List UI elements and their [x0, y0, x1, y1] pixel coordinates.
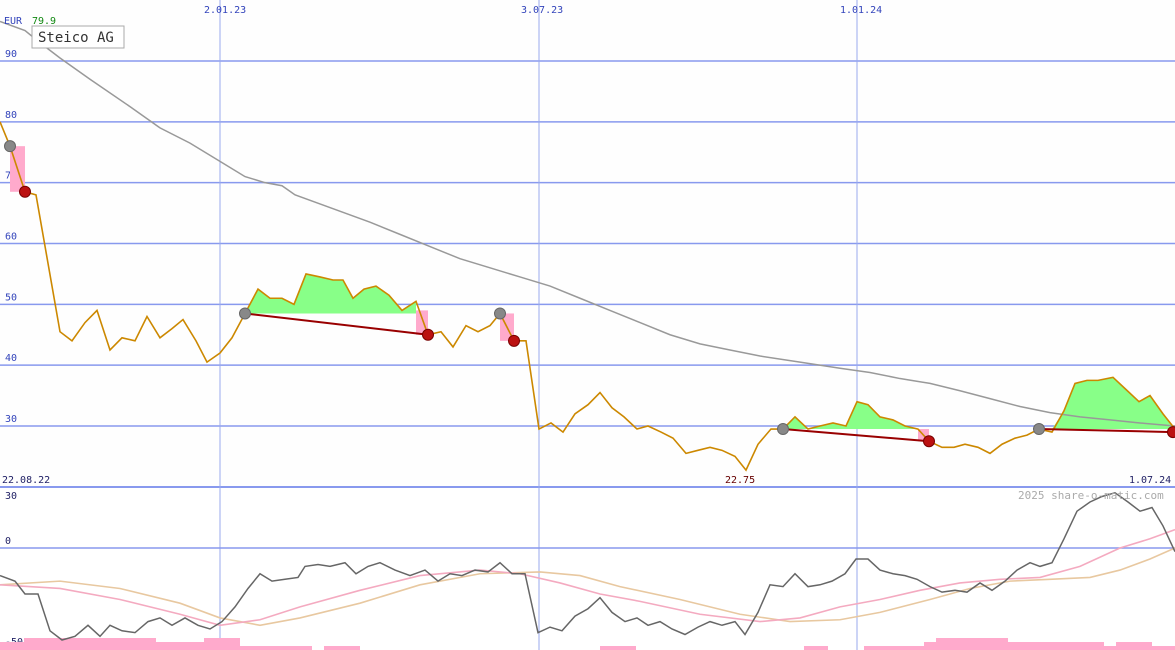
osc-histogram-bar-79: [1044, 642, 1056, 650]
osc-histogram-bar-26: [300, 646, 312, 650]
osc-histogram-bar-65: [876, 646, 888, 650]
sell-signal-3: [508, 334, 520, 347]
osc-histogram-bar-5: [48, 638, 60, 650]
osc-histogram-bar-67: [900, 646, 912, 650]
end-date-label: 1.07.24: [1129, 475, 1171, 486]
osc-histogram-bar-73: [972, 638, 984, 650]
osc-histogram-bar-25: [288, 646, 300, 650]
osc-histogram-bar-14: [156, 642, 168, 650]
date-label-1: 2.01.23: [204, 5, 246, 16]
osc-histogram-bar-17: [192, 642, 204, 650]
osc-histogram-bar-78: [1032, 642, 1044, 650]
osc-histogram-bar-81: [1068, 642, 1080, 650]
osc-histogram-bar-76: [1008, 642, 1020, 650]
buy-signal-1: [4, 140, 16, 153]
osc-tick-label-30: 30: [5, 491, 17, 502]
osc-histogram-bar-64: [864, 646, 876, 650]
osc-histogram-bar-1: [0, 642, 12, 650]
osc-histogram-bar-82: [1080, 642, 1092, 650]
min-price-label: 22.75: [725, 475, 755, 486]
oscillator-panel-background: [0, 487, 1175, 650]
osc-histogram-bar-68: [912, 646, 924, 650]
buy-signal-5: [1033, 423, 1045, 436]
osc-histogram-bar-83: [1092, 642, 1104, 650]
osc-histogram-bar-89: [1164, 646, 1175, 650]
y-tick-label-80: 80: [5, 110, 17, 121]
last-price-label: 79.9: [32, 16, 56, 27]
osc-histogram-bar-30: [348, 646, 360, 650]
sell-signal-1: [19, 185, 31, 198]
date-label-2: 3.07.23: [521, 5, 563, 16]
y-tick-label-60: 60: [5, 232, 17, 243]
date-label-3: 1.01.24: [840, 5, 882, 16]
start-date-label: 22.08.22: [2, 475, 50, 486]
osc-histogram-bar-88: [1152, 646, 1164, 650]
osc-histogram-bar-84: [1104, 646, 1116, 650]
osc-histogram-bar-43: [612, 646, 624, 650]
sell-signal-2: [422, 328, 434, 341]
chart-title: Steico AG: [38, 30, 114, 46]
osc-histogram-bar-2: [12, 642, 24, 650]
osc-histogram-bar-60: [816, 646, 828, 650]
osc-histogram-bar-19: [216, 638, 228, 650]
osc-histogram-bar-69: [924, 642, 936, 650]
sell-signal-4: [923, 435, 935, 448]
watermark: 2025 share-o-matic.com: [1018, 489, 1164, 502]
osc-histogram-bar-21: [240, 646, 252, 650]
osc-histogram-bar-75: [996, 638, 1008, 650]
osc-histogram-bar-3: [24, 638, 36, 650]
sell-signal-5: [1167, 426, 1175, 439]
osc-histogram-bar-22: [252, 646, 264, 650]
osc-histogram-bar-87: [1140, 642, 1152, 650]
osc-histogram-bar-74: [984, 638, 996, 650]
y-tick-label-40: 40: [5, 353, 17, 364]
buy-signal-3: [494, 307, 506, 320]
osc-histogram-bar-8: [84, 638, 96, 650]
osc-histogram-bar-23: [264, 646, 276, 650]
osc-histogram-bar-44: [624, 646, 636, 650]
y-tick-label-50: 50: [5, 292, 17, 303]
osc-histogram-bar-16: [180, 642, 192, 650]
osc-histogram-bar-28: [324, 646, 336, 650]
osc-histogram-bar-85: [1116, 642, 1128, 650]
osc-histogram-bar-12: [132, 638, 144, 650]
osc-tick-label-0: 0: [5, 536, 11, 547]
osc-histogram-bar-20: [228, 638, 240, 650]
osc-histogram-bar-70: [936, 638, 948, 650]
y-tick-label-30: 30: [5, 414, 17, 425]
osc-histogram-bar-9: [96, 638, 108, 650]
osc-histogram-bar-42: [600, 646, 612, 650]
osc-histogram-bar-66: [888, 646, 900, 650]
osc-histogram-bar-11: [120, 638, 132, 650]
osc-histogram-bar-24: [276, 646, 288, 650]
osc-histogram-bar-86: [1128, 642, 1140, 650]
osc-histogram-bar-13: [144, 638, 156, 650]
buy-signal-4: [777, 423, 789, 436]
osc-histogram-bar-72: [960, 638, 972, 650]
osc-histogram-bar-4: [36, 638, 48, 650]
stock-chart: 90807060504030 300-50 EUR 79.9 Steico AG…: [0, 0, 1175, 650]
osc-histogram-bar-7: [72, 638, 84, 650]
osc-histogram-bar-59: [804, 646, 816, 650]
osc-histogram-bar-80: [1056, 642, 1068, 650]
buy-signal-2: [239, 307, 251, 320]
osc-histogram-bar-71: [948, 638, 960, 650]
osc-histogram-bar-15: [168, 642, 180, 650]
osc-histogram-bar-18: [204, 638, 216, 650]
y-tick-label-90: 90: [5, 49, 17, 60]
osc-histogram-bar-77: [1020, 642, 1032, 650]
currency-label: EUR: [4, 16, 23, 27]
osc-histogram-bar-10: [108, 638, 120, 650]
osc-histogram-bar-29: [336, 646, 348, 650]
